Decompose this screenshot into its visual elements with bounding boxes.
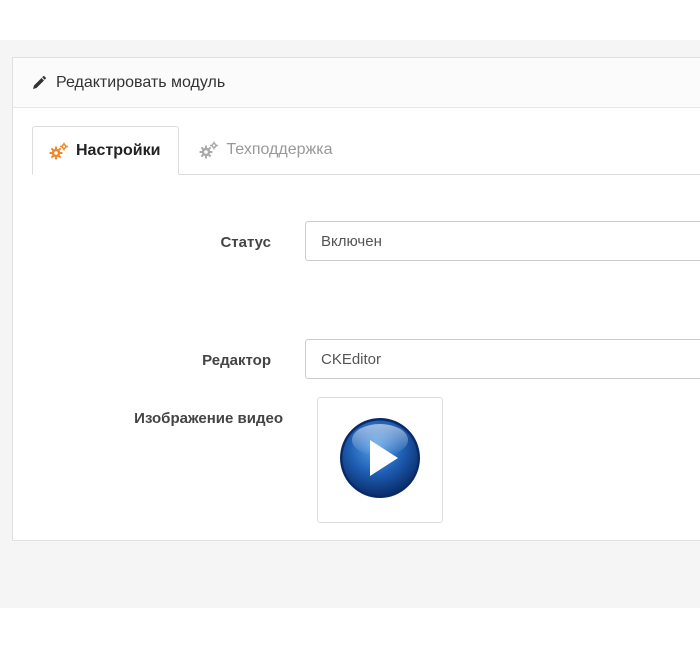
panel-title: Редактировать модуль xyxy=(56,73,226,91)
tab-support[interactable]: Техподдержка xyxy=(179,126,350,174)
editor-select[interactable]: CKEditor xyxy=(305,339,700,379)
gears-icon xyxy=(49,142,69,160)
panel-heading: Редактировать модуль xyxy=(13,58,700,108)
status-value: Включен xyxy=(321,232,382,250)
video-image-label: Изображение видео xyxy=(134,410,283,427)
gears-icon xyxy=(199,141,219,159)
tab-bar: Настройки Техподдержка xyxy=(32,126,700,175)
edit-module-panel: Редактировать модуль Настройки Техподдер… xyxy=(12,57,700,541)
tab-settings[interactable]: Настройки xyxy=(32,126,180,175)
pencil-icon xyxy=(31,75,47,91)
play-button-icon xyxy=(338,416,422,505)
editor-value: CKEditor xyxy=(321,350,382,368)
status-label: Статус xyxy=(220,234,271,251)
editor-label: Редактор xyxy=(202,352,271,369)
video-image-thumbnail[interactable] xyxy=(317,397,443,523)
tab-support-label: Техподдержка xyxy=(226,141,333,158)
tab-settings-label: Настройки xyxy=(76,141,161,159)
status-select[interactable]: Включен xyxy=(305,221,700,261)
